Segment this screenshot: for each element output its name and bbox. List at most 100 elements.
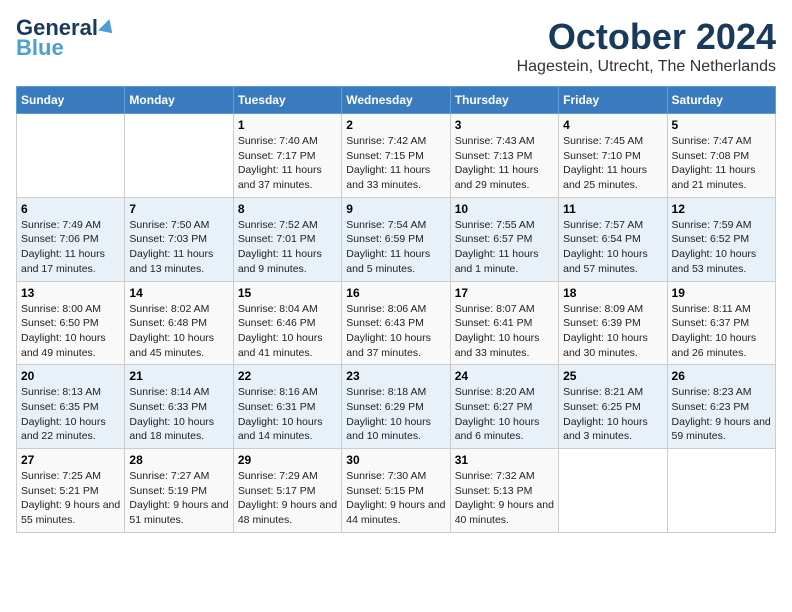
day-number: 15 <box>238 286 337 300</box>
day-number: 29 <box>238 453 337 467</box>
day-number: 16 <box>346 286 445 300</box>
month-title: October 2024 <box>517 16 776 58</box>
cell-info: Sunrise: 8:11 AMSunset: 6:37 PMDaylight:… <box>672 303 757 359</box>
cell-info: Sunrise: 7:27 AMSunset: 5:19 PMDaylight:… <box>129 470 228 526</box>
calendar-cell: 20 Sunrise: 8:13 AMSunset: 6:35 PMDayligh… <box>17 365 125 449</box>
day-number: 5 <box>672 118 771 132</box>
calendar-cell: 4 Sunrise: 7:45 AMSunset: 7:10 PMDaylight… <box>559 114 667 198</box>
header-friday: Friday <box>559 87 667 114</box>
cell-info: Sunrise: 8:02 AMSunset: 6:48 PMDaylight:… <box>129 303 214 359</box>
calendar-cell: 21 Sunrise: 8:14 AMSunset: 6:33 PMDayligh… <box>125 365 233 449</box>
day-number: 20 <box>21 369 120 383</box>
cell-info: Sunrise: 7:40 AMSunset: 7:17 PMDaylight:… <box>238 135 322 191</box>
calendar-cell: 2Sunrise: 7:42 AMSunset: 7:15 PMDaylight… <box>342 114 450 198</box>
cell-info: Sunrise: 8:18 AMSunset: 6:29 PMDaylight:… <box>346 386 431 442</box>
calendar-cell: 31 Sunrise: 7:32 AMSunset: 5:13 PMDayligh… <box>450 449 558 533</box>
calendar-cell: 30Sunrise: 7:30 AMSunset: 5:15 PMDayligh… <box>342 449 450 533</box>
day-number: 31 <box>455 453 554 467</box>
calendar-cell: 8 Sunrise: 7:52 AMSunset: 7:01 PMDaylight… <box>233 197 341 281</box>
cell-info: Sunrise: 7:52 AMSunset: 7:01 PMDaylight:… <box>238 219 322 275</box>
cell-info: Sunrise: 7:45 AMSunset: 7:10 PMDaylight:… <box>563 135 647 191</box>
day-number: 14 <box>129 286 228 300</box>
calendar-week-row: 20 Sunrise: 8:13 AMSunset: 6:35 PMDayligh… <box>17 365 776 449</box>
header-thursday: Thursday <box>450 87 558 114</box>
logo: General Blue <box>16 16 116 60</box>
cell-info: Sunrise: 8:20 AMSunset: 6:27 PMDaylight:… <box>455 386 540 442</box>
calendar-cell <box>125 114 233 198</box>
cell-info: Sunrise: 8:13 AMSunset: 6:35 PMDaylight:… <box>21 386 106 442</box>
day-number: 3 <box>455 118 554 132</box>
calendar-cell: 1 Sunrise: 7:40 AMSunset: 7:17 PMDaylight… <box>233 114 341 198</box>
calendar-cell: 25 Sunrise: 8:21 AMSunset: 6:25 PMDayligh… <box>559 365 667 449</box>
cell-info: Sunrise: 8:04 AMSunset: 6:46 PMDaylight:… <box>238 303 323 359</box>
header-monday: Monday <box>125 87 233 114</box>
calendar-cell: 19 Sunrise: 8:11 AMSunset: 6:37 PMDayligh… <box>667 281 775 365</box>
cell-info: Sunrise: 7:54 AMSunset: 6:59 PMDaylight:… <box>346 219 430 275</box>
calendar-header-row: SundayMondayTuesdayWednesdayThursdayFrid… <box>17 87 776 114</box>
calendar-week-row: 1 Sunrise: 7:40 AMSunset: 7:17 PMDaylight… <box>17 114 776 198</box>
calendar-cell: 16 Sunrise: 8:06 AMSunset: 6:43 PMDayligh… <box>342 281 450 365</box>
day-number: 17 <box>455 286 554 300</box>
calendar-cell: 27 Sunrise: 7:25 AMSunset: 5:21 PMDayligh… <box>17 449 125 533</box>
day-number: 9 <box>346 202 445 216</box>
header-wednesday: Wednesday <box>342 87 450 114</box>
logo-blue: Blue <box>16 36 64 60</box>
calendar-cell: 15 Sunrise: 8:04 AMSunset: 6:46 PMDayligh… <box>233 281 341 365</box>
calendar-cell: 22Sunrise: 8:16 AMSunset: 6:31 PMDayligh… <box>233 365 341 449</box>
cell-info: Sunrise: 7:55 AMSunset: 6:57 PMDaylight:… <box>455 219 539 275</box>
title-block: October 2024 Hagestein, Utrecht, The Net… <box>517 16 776 76</box>
cell-info: Sunrise: 7:42 AMSunset: 7:15 PMDaylight:… <box>346 135 430 191</box>
header-sunday: Sunday <box>17 87 125 114</box>
day-number: 18 <box>563 286 662 300</box>
calendar-cell: 24Sunrise: 8:20 AMSunset: 6:27 PMDayligh… <box>450 365 558 449</box>
cell-info: Sunrise: 7:49 AMSunset: 7:06 PMDaylight:… <box>21 219 105 275</box>
cell-info: Sunrise: 7:29 AMSunset: 5:17 PMDaylight:… <box>238 470 337 526</box>
calendar-cell: 6 Sunrise: 7:49 AMSunset: 7:06 PMDaylight… <box>17 197 125 281</box>
calendar-cell: 9 Sunrise: 7:54 AMSunset: 6:59 PMDaylight… <box>342 197 450 281</box>
cell-info: Sunrise: 7:57 AMSunset: 6:54 PMDaylight:… <box>563 219 648 275</box>
calendar-cell: 10 Sunrise: 7:55 AMSunset: 6:57 PMDayligh… <box>450 197 558 281</box>
calendar-cell: 18 Sunrise: 8:09 AMSunset: 6:39 PMDayligh… <box>559 281 667 365</box>
location-title: Hagestein, Utrecht, The Netherlands <box>517 58 776 76</box>
day-number: 23 <box>346 369 445 383</box>
calendar-cell: 13Sunrise: 8:00 AMSunset: 6:50 PMDayligh… <box>17 281 125 365</box>
calendar-week-row: 27 Sunrise: 7:25 AMSunset: 5:21 PMDayligh… <box>17 449 776 533</box>
cell-info: Sunrise: 7:25 AMSunset: 5:21 PMDaylight:… <box>21 470 120 526</box>
calendar-cell: 3Sunrise: 7:43 AMSunset: 7:13 PMDaylight… <box>450 114 558 198</box>
calendar-cell: 14 Sunrise: 8:02 AMSunset: 6:48 PMDayligh… <box>125 281 233 365</box>
calendar-cell <box>667 449 775 533</box>
day-number: 6 <box>21 202 120 216</box>
calendar-cell: 5 Sunrise: 7:47 AMSunset: 7:08 PMDaylight… <box>667 114 775 198</box>
cell-info: Sunrise: 7:59 AMSunset: 6:52 PMDaylight:… <box>672 219 757 275</box>
day-number: 19 <box>672 286 771 300</box>
cell-info: Sunrise: 7:47 AMSunset: 7:08 PMDaylight:… <box>672 135 756 191</box>
day-number: 10 <box>455 202 554 216</box>
cell-info: Sunrise: 8:21 AMSunset: 6:25 PMDaylight:… <box>563 386 648 442</box>
page-header: General Blue October 2024 Hagestein, Utr… <box>16 16 776 76</box>
cell-info: Sunrise: 8:23 AMSunset: 6:23 PMDaylight:… <box>672 386 771 442</box>
day-number: 27 <box>21 453 120 467</box>
calendar-table: SundayMondayTuesdayWednesdayThursdayFrid… <box>16 86 776 533</box>
day-number: 26 <box>672 369 771 383</box>
calendar-cell: 26 Sunrise: 8:23 AMSunset: 6:23 PMDayligh… <box>667 365 775 449</box>
cell-info: Sunrise: 8:09 AMSunset: 6:39 PMDaylight:… <box>563 303 648 359</box>
calendar-cell: 11Sunrise: 7:57 AMSunset: 6:54 PMDayligh… <box>559 197 667 281</box>
calendar-cell: 28 Sunrise: 7:27 AMSunset: 5:19 PMDayligh… <box>125 449 233 533</box>
day-number: 28 <box>129 453 228 467</box>
header-saturday: Saturday <box>667 87 775 114</box>
day-number: 4 <box>563 118 662 132</box>
cell-info: Sunrise: 8:14 AMSunset: 6:33 PMDaylight:… <box>129 386 214 442</box>
day-number: 30 <box>346 453 445 467</box>
calendar-cell: 7Sunrise: 7:50 AMSunset: 7:03 PMDaylight… <box>125 197 233 281</box>
day-number: 12 <box>672 202 771 216</box>
cell-info: Sunrise: 8:07 AMSunset: 6:41 PMDaylight:… <box>455 303 540 359</box>
calendar-cell: 12 Sunrise: 7:59 AMSunset: 6:52 PMDayligh… <box>667 197 775 281</box>
day-number: 8 <box>238 202 337 216</box>
day-number: 25 <box>563 369 662 383</box>
cell-info: Sunrise: 7:32 AMSunset: 5:13 PMDaylight:… <box>455 470 554 526</box>
cell-info: Sunrise: 8:16 AMSunset: 6:31 PMDaylight:… <box>238 386 323 442</box>
cell-info: Sunrise: 8:06 AMSunset: 6:43 PMDaylight:… <box>346 303 431 359</box>
day-number: 7 <box>129 202 228 216</box>
day-number: 21 <box>129 369 228 383</box>
day-number: 1 <box>238 118 337 132</box>
